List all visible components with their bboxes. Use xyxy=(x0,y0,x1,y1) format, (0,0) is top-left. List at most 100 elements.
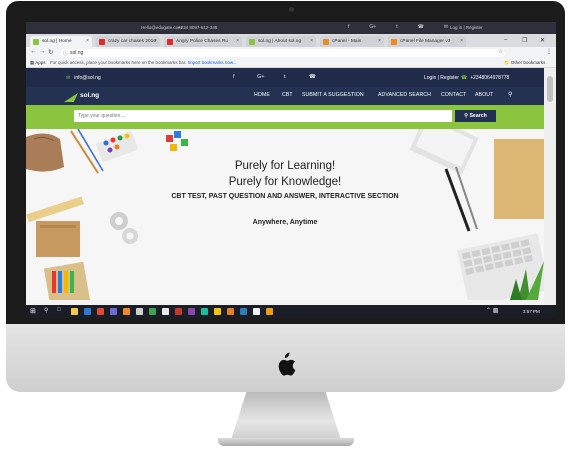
nav-cbt[interactable]: CBT xyxy=(282,92,293,98)
other-bookmarks[interactable]: 📁 Other bookmarks xyxy=(504,60,545,66)
scrollbar-thumb[interactable] xyxy=(547,76,553,102)
question-search-input[interactable] xyxy=(74,110,452,122)
nav-submit-suggestion[interactable]: SUBMIT A SUGGESTION xyxy=(302,92,364,98)
app-icon[interactable] xyxy=(110,308,117,315)
tape-roll-icon xyxy=(110,212,138,244)
app-icon[interactable] xyxy=(214,308,221,315)
tab-label: sol.ng | Home xyxy=(42,39,72,44)
app-icon[interactable] xyxy=(188,308,195,315)
site-phone-text: +2348064978778 xyxy=(470,75,510,81)
browser-tabstrip: sol.ng | Home × crazy car chases 2016 × … xyxy=(26,34,556,47)
facebook-icon[interactable]: f xyxy=(233,74,235,80)
whatsapp-icon[interactable]: ☎ xyxy=(309,74,316,80)
camera-dot xyxy=(289,7,294,12)
google-plus-icon[interactable]: G+ xyxy=(369,24,376,30)
app-icon[interactable] xyxy=(201,308,208,315)
app-icon[interactable] xyxy=(149,308,156,315)
tab-police-chases[interactable]: Angry Police Chases Ru × xyxy=(164,36,242,47)
app-icon[interactable] xyxy=(240,308,247,315)
cpanel-icon xyxy=(391,39,397,45)
back-icon[interactable]: ← xyxy=(30,48,37,55)
twitter-icon[interactable]: t xyxy=(396,24,397,30)
address-text: sol.ng xyxy=(70,49,84,56)
chrome-icon[interactable] xyxy=(162,308,169,315)
tab-label: sol.ng | About sol.ng xyxy=(258,39,302,44)
minimize-icon[interactable]: – xyxy=(504,37,507,43)
tab-cpanel-main[interactable]: cPanel - Main × xyxy=(320,36,384,47)
app-icon[interactable] xyxy=(97,308,104,315)
site-nav: sol.ng HOME CBT SUBMIT A SUGGESTION ADVA… xyxy=(26,87,544,105)
search-button[interactable]: ⚲ Search xyxy=(455,110,496,122)
nav-home[interactable]: HOME xyxy=(254,92,270,98)
search-icon[interactable]: ⚲ xyxy=(44,307,48,314)
close-icon[interactable]: × xyxy=(378,38,381,44)
close-icon[interactable]: × xyxy=(236,38,239,44)
import-bookmarks-link[interactable]: Import bookmarks now... xyxy=(188,60,237,65)
windows-taskbar: ⊞ ⚲ □ ⌃ ▩ 3:57 PM xyxy=(26,305,556,318)
facebook-icon[interactable]: f xyxy=(348,24,349,30)
close-icon[interactable]: × xyxy=(154,38,157,44)
edge-icon[interactable] xyxy=(84,308,91,315)
app-icon[interactable] xyxy=(227,308,234,315)
file-explorer-icon[interactable] xyxy=(71,308,78,315)
nav-contact[interactable]: CONTACT xyxy=(441,92,466,98)
close-window-icon[interactable]: ✕ xyxy=(540,37,545,44)
tray-icons[interactable]: ⌃ ▩ xyxy=(486,307,498,314)
app-icon[interactable] xyxy=(123,308,130,315)
logo-text: sol.ng xyxy=(80,92,100,99)
site-login-register[interactable]: Login | Register xyxy=(424,75,459,81)
twitter-icon[interactable]: t xyxy=(284,74,286,80)
site-email-text: info@sol.ng xyxy=(74,75,101,81)
clock[interactable]: 3:57 PM xyxy=(523,309,540,314)
phone-icon: ☎ xyxy=(461,75,468,81)
site-email[interactable]: ✉ info@sol.ng xyxy=(66,75,101,81)
hero-line-anywhere: Anywhere, Anytime xyxy=(252,219,318,226)
close-icon[interactable]: × xyxy=(86,38,89,44)
address-bar[interactable]: ⓘ sol.ng xyxy=(60,48,505,57)
color-cubes-icon xyxy=(166,131,188,151)
email-icon[interactable]: ✉ xyxy=(444,24,448,30)
close-icon[interactable]: × xyxy=(310,38,313,44)
info-icon[interactable]: ⓘ xyxy=(63,50,68,57)
search-button-label: Search xyxy=(469,113,487,119)
apps-shortcut[interactable]: ▦ Apps xyxy=(30,60,46,66)
tab-cpanel-filemanager[interactable]: cPanel File Manager v3 × xyxy=(388,36,466,47)
nav-advanced-search[interactable]: ADVANCED SEARCH xyxy=(378,92,431,98)
google-plus-icon[interactable]: G+ xyxy=(257,74,265,80)
tab-sol-about[interactable]: sol.ng | About sol.ng × xyxy=(246,36,316,47)
hero-line-cbt: CBT TEST, PAST QUESTION AND ANSWER, INTE… xyxy=(171,193,399,200)
reload-icon[interactable]: ↻ xyxy=(48,48,53,56)
favicon-icon xyxy=(33,39,39,45)
forward-icon[interactable]: → xyxy=(39,48,46,55)
tab-sol-home[interactable]: sol.ng | Home × xyxy=(30,36,92,47)
apps-label: Apps xyxy=(35,60,46,65)
youtube-icon xyxy=(167,39,173,45)
restore-icon[interactable]: ❐ xyxy=(522,37,527,44)
close-icon[interactable]: × xyxy=(460,38,463,44)
tab-car-chases[interactable]: crazy car chases 2016 × xyxy=(96,36,160,47)
nav-about[interactable]: ABOUT xyxy=(475,92,493,98)
menu-icon[interactable]: ⋮ xyxy=(546,48,552,55)
topbar-email: Hello@edugate.com xyxy=(141,25,182,30)
app-icon[interactable] xyxy=(175,308,182,315)
site-logo[interactable]: sol.ng xyxy=(64,91,108,103)
whatsapp-icon[interactable]: ☎ xyxy=(418,24,424,30)
website: ✉ info@sol.ng f G+ t ☎ Login | Register ☎… xyxy=(26,68,544,300)
app-icon[interactable] xyxy=(253,308,260,315)
app-icon[interactable] xyxy=(266,308,273,315)
vertical-scrollbar[interactable] xyxy=(544,68,556,305)
imac-stand-base xyxy=(218,438,354,446)
app-icon[interactable] xyxy=(136,308,143,315)
topbar-phone: +234 8097-612-345 xyxy=(178,25,218,30)
browser-toolbar: ← → ↻ ⓘ sol.ng ☆ ⋮ xyxy=(26,47,556,58)
site-phone: ☎ +2348064978778 xyxy=(461,75,509,81)
task-view-icon[interactable]: □ xyxy=(57,307,61,313)
bookmarks-bar: ▦ Apps For quick access, place your book… xyxy=(26,58,556,68)
bookmark-star-icon[interactable]: ☆ xyxy=(498,48,503,55)
favicon-icon xyxy=(249,39,255,45)
windows-start-icon[interactable]: ⊞ xyxy=(30,308,36,315)
hero-banner: Purely for Learning! Purely for Knowledg… xyxy=(26,129,544,300)
imac-bezel: Hello@edugate.com +234 8097-612-345 f G+… xyxy=(6,1,565,324)
search-icon[interactable]: ⚲ xyxy=(508,91,512,98)
topbar-auth[interactable]: Log in | Register xyxy=(450,25,483,30)
